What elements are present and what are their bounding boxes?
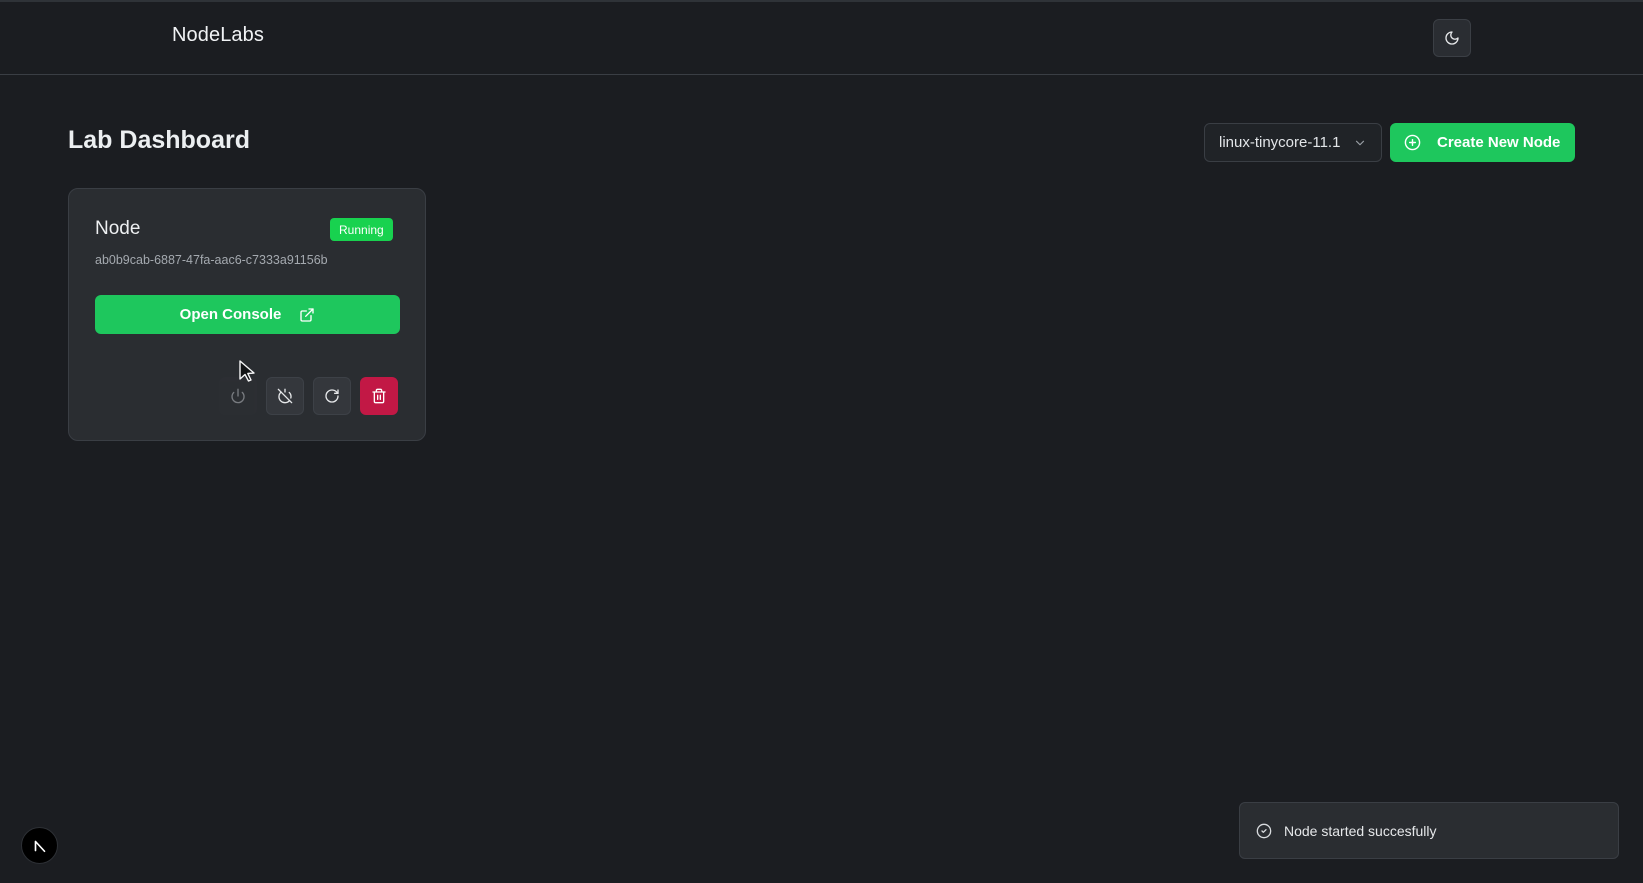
chevron-down-icon [1355, 140, 1365, 145]
image-select[interactable]: linux-tinycore-11.1 [1204, 123, 1382, 162]
next-logo-icon [34, 840, 45, 852]
refresh-icon [325, 389, 339, 403]
restart-node-button[interactable] [313, 377, 351, 415]
app-root: NodeLabs Lab Dashboard linux-tinycore-11… [0, 0, 1643, 883]
top-navbar: NodeLabs [0, 2, 1643, 75]
external-link-icon [300, 307, 315, 322]
toast-message: Node started succesfully [1284, 822, 1437, 839]
node-name: Node [95, 218, 141, 239]
theme-toggle-button[interactable] [1433, 19, 1471, 57]
dev-tools-badge[interactable] [21, 827, 58, 864]
stop-node-button[interactable] [266, 377, 304, 415]
create-node-label: Create New Node [1437, 134, 1561, 151]
create-node-button[interactable]: Create New Node [1390, 123, 1575, 162]
image-select-value: linux-tinycore-11.1 [1219, 134, 1341, 151]
status-badge: Running [330, 218, 393, 241]
power-off-icon [277, 388, 293, 404]
trash-icon [372, 388, 386, 404]
brand-name[interactable]: NodeLabs [172, 24, 264, 47]
check-circle-icon [1256, 823, 1272, 838]
open-console-label: Open Console [179, 306, 282, 323]
power-icon [231, 388, 245, 404]
delete-node-button[interactable] [360, 377, 398, 415]
mouse-cursor-icon [239, 360, 255, 382]
open-console-button[interactable]: Open Console [95, 295, 400, 334]
start-node-button[interactable] [219, 377, 257, 415]
node-id: ab0b9cab-6887-47fa-aac6-c7333a91156b [95, 253, 328, 267]
page-title: Lab Dashboard [68, 126, 250, 154]
plus-circle-icon [1404, 134, 1421, 151]
moon-icon [1445, 31, 1459, 45]
toast-notification: Node started succesfully [1239, 802, 1619, 859]
node-card: Node Running ab0b9cab-6887-47fa-aac6-c73… [68, 188, 426, 441]
